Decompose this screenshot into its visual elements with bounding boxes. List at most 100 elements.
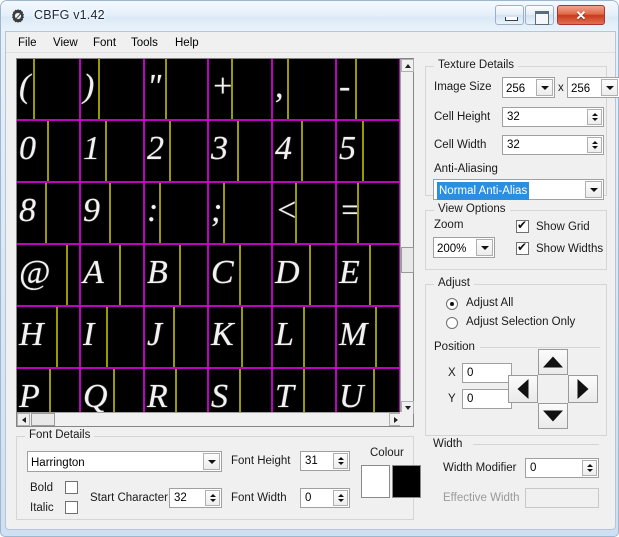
font-height-label: Font Height — [231, 455, 291, 467]
menu-tools[interactable]: Tools — [126, 35, 163, 51]
start-character-stepper[interactable] — [205, 490, 220, 506]
image-height-combo[interactable]: 256 — [567, 77, 619, 98]
glyph-cell[interactable]: S — [209, 369, 273, 414]
menu-view[interactable]: View — [48, 35, 83, 51]
bold-checkbox[interactable] — [65, 481, 78, 494]
glyph-cell[interactable]: T — [273, 369, 337, 414]
glyph-cell[interactable]: Q — [81, 369, 145, 414]
glyph-cell[interactable]: ; — [209, 183, 273, 243]
show-grid-checkbox[interactable] — [516, 218, 529, 233]
canvas-horizontal-scrollbar[interactable] — [17, 412, 402, 426]
font-family-combo[interactable]: Harrington — [27, 451, 222, 472]
glyph-cell[interactable]: A — [81, 245, 145, 305]
horizontal-scroll-thumb[interactable] — [31, 413, 55, 426]
glyph-cell[interactable]: ) — [81, 59, 145, 119]
italic-checkbox[interactable] — [65, 501, 78, 514]
glyph-cell[interactable]: " — [145, 59, 209, 119]
glyph-cell[interactable]: < — [273, 183, 337, 243]
adjust-selection-only-radio[interactable] — [446, 317, 458, 329]
glyph-cell[interactable]: H — [17, 307, 81, 367]
cell-width-stepper[interactable] — [587, 137, 602, 153]
nudge-down-button[interactable] — [538, 403, 568, 429]
glyph-cell[interactable]: 9 — [81, 183, 145, 243]
glyph-cell[interactable]: : — [145, 183, 209, 243]
nudge-right-button[interactable] — [568, 375, 598, 403]
image-width-combo[interactable]: 256 — [502, 77, 555, 98]
nudge-left-button[interactable] — [508, 375, 538, 403]
chevron-down-icon[interactable] — [476, 239, 493, 256]
glyph-cell[interactable]: U — [337, 369, 401, 414]
adjust-all-radio[interactable] — [446, 298, 458, 310]
glyph-width-marker — [239, 245, 241, 305]
glyph-cell[interactable]: R — [145, 369, 209, 414]
menu-bar: File View Font Tools Help — [6, 32, 615, 53]
glyph-cell[interactable]: 2 — [145, 121, 209, 181]
position-y-label: Y — [448, 393, 456, 405]
vertical-scroll-thumb[interactable] — [401, 247, 414, 273]
gear-icon — [12, 9, 24, 23]
glyph-cell[interactable]: E — [337, 245, 401, 305]
zoom-combo[interactable]: 200% — [433, 237, 495, 258]
chevron-down-icon[interactable] — [203, 453, 220, 470]
glyph-cell[interactable]: 4 — [273, 121, 337, 181]
cell-width-label: Cell Width — [434, 139, 487, 151]
glyph-cell[interactable]: 3 — [209, 121, 273, 181]
glyph-cell[interactable]: P — [17, 369, 81, 414]
width-modifier-input[interactable]: 0 — [525, 458, 599, 478]
nudge-up-button[interactable] — [538, 349, 568, 375]
menu-font[interactable]: Font — [88, 35, 121, 51]
colour-label: Colour — [370, 447, 404, 459]
glyph-character: J — [147, 316, 163, 353]
canvas-vertical-scrollbar[interactable] — [400, 59, 414, 414]
glyph-cell[interactable]: I — [81, 307, 145, 367]
scroll-left-button[interactable] — [17, 413, 30, 426]
glyph-cell[interactable]: 1 — [81, 121, 145, 181]
glyph-cell[interactable]: - — [337, 59, 401, 119]
background-colour-swatch[interactable] — [392, 465, 421, 498]
font-width-input[interactable]: 0 — [300, 488, 350, 508]
position-y-input[interactable]: 0 — [462, 389, 512, 409]
font-height-stepper[interactable] — [333, 453, 348, 469]
maximize-button[interactable] — [525, 5, 554, 25]
font-height-input[interactable]: 31 — [300, 451, 350, 471]
cell-height-stepper[interactable] — [587, 109, 602, 125]
font-width-stepper[interactable] — [333, 490, 348, 506]
glyph-cell[interactable]: @ — [17, 245, 81, 305]
start-character-input[interactable]: 32 — [169, 488, 222, 508]
glyph-width-marker — [231, 59, 233, 119]
glyph-character: - — [339, 68, 351, 105]
minimize-button[interactable] — [495, 5, 524, 25]
glyph-row: P Q R S T U — [17, 369, 402, 414]
glyph-cell[interactable]: B — [145, 245, 209, 305]
glyph-cell[interactable]: J — [145, 307, 209, 367]
glyph-cell[interactable]: 5 — [337, 121, 401, 181]
glyph-cell[interactable]: 0 — [17, 121, 81, 181]
width-modifier-stepper[interactable] — [582, 460, 597, 476]
foreground-colour-swatch[interactable] — [361, 465, 390, 498]
glyph-cell[interactable]: M — [337, 307, 401, 367]
glyph-cell[interactable]: D — [273, 245, 337, 305]
anti-aliasing-combo[interactable]: Normal Anti-Alias — [433, 179, 604, 200]
chevron-down-icon[interactable] — [585, 181, 602, 198]
chevron-down-icon[interactable] — [601, 79, 618, 96]
cell-height-input[interactable]: 32 — [502, 107, 604, 127]
glyph-cell[interactable]: L — [273, 307, 337, 367]
menu-file[interactable]: File — [13, 35, 42, 51]
glyph-cell[interactable]: + — [209, 59, 273, 119]
arrow-down-icon — [543, 410, 563, 422]
glyph-cell[interactable]: C — [209, 245, 273, 305]
scroll-up-button[interactable] — [401, 59, 414, 72]
close-button[interactable]: ✕ — [557, 5, 605, 25]
glyph-cell[interactable]: ( — [17, 59, 81, 119]
glyph-cell[interactable]: = — [337, 183, 401, 243]
menu-help[interactable]: Help — [170, 35, 204, 51]
glyph-cell[interactable]: 8 — [17, 183, 81, 243]
glyph-cell[interactable]: K — [209, 307, 273, 367]
chevron-down-icon[interactable] — [536, 79, 553, 96]
cell-width-input[interactable]: 32 — [502, 135, 604, 155]
glyph-cell[interactable]: , — [273, 59, 337, 119]
show-widths-checkbox[interactable] — [516, 240, 529, 255]
position-x-input[interactable]: 0 — [462, 363, 512, 383]
glyph-grid-canvas[interactable]: () " +, - 0 1 2 3 4 5 8 9:; < = @ A B C D E H I J K L M P Q R S T U — [17, 59, 402, 414]
glyph-width-marker — [45, 183, 47, 243]
